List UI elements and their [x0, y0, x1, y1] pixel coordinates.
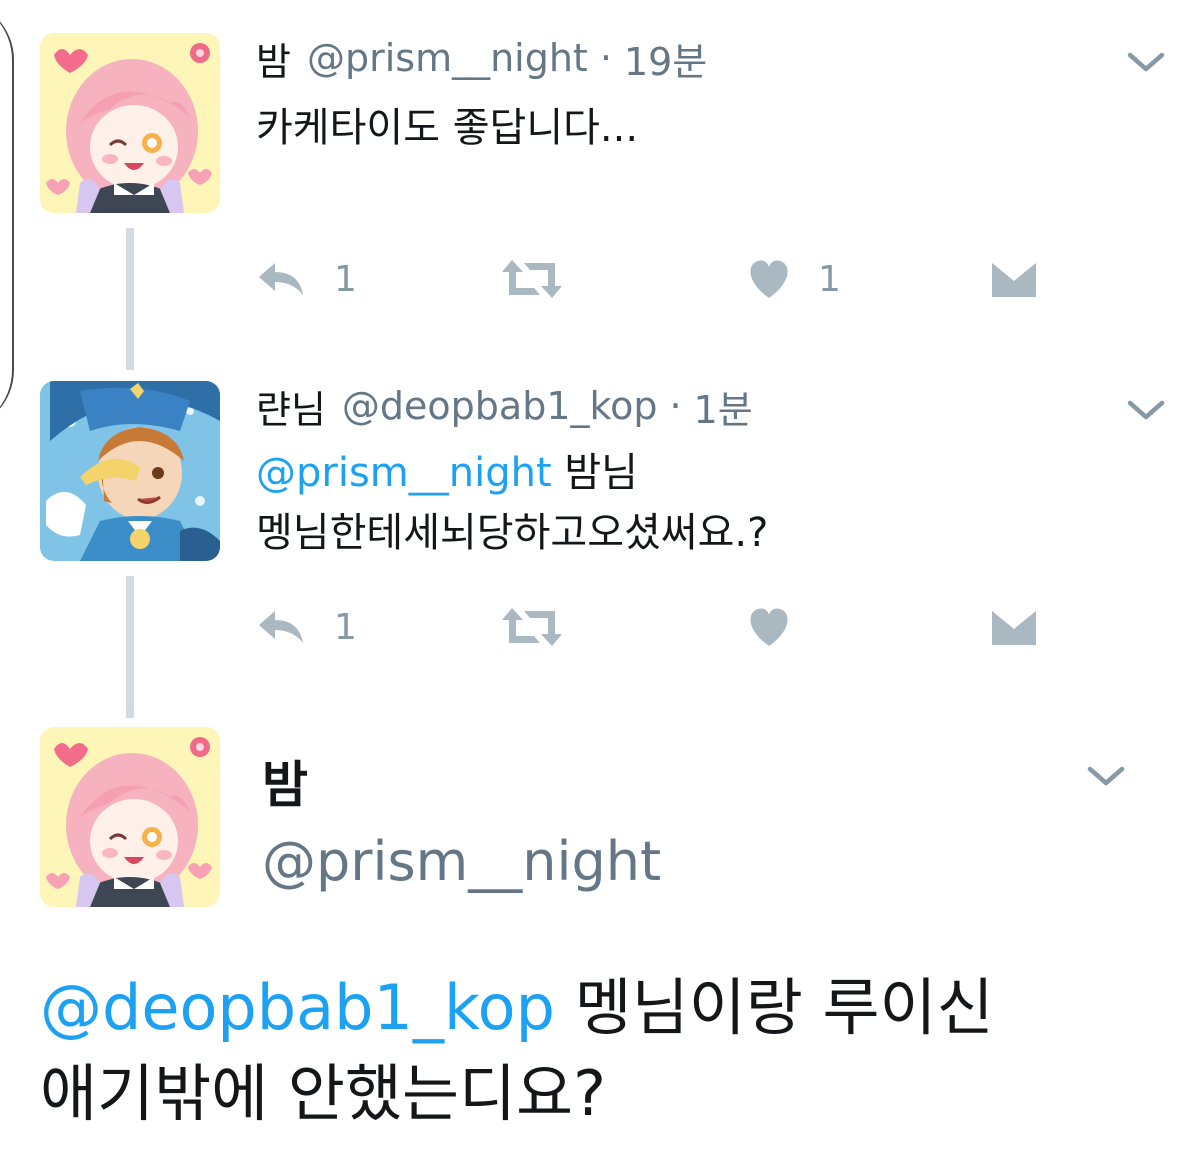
like-count: 1	[818, 258, 841, 300]
reply-icon	[259, 611, 303, 643]
retweet-icon	[502, 608, 562, 646]
thread-connector	[126, 228, 134, 370]
retweet-button[interactable]	[500, 602, 564, 652]
tweet-header: 밤 @prism__night · 19분	[256, 31, 707, 86]
reply-count: 1	[334, 258, 357, 300]
tweet-text: @prism__night 밤님 멩님한테세뇌당하고오셨써요.?	[256, 443, 768, 563]
reply-button[interactable]: 1	[256, 254, 357, 304]
reply-icon	[259, 263, 303, 295]
tweet-actions: 1 1	[256, 254, 1076, 304]
direct-message-button[interactable]	[990, 254, 1038, 304]
avatar-prism-night[interactable]	[40, 727, 220, 907]
display-name[interactable]: 랸님	[256, 379, 326, 434]
tweet-line: 애기밖에 안했는디요?	[40, 1057, 606, 1130]
tweet-actions: 1	[256, 602, 1076, 652]
chevron-down-icon[interactable]	[1126, 50, 1166, 74]
tweet-body: 멩님이랑 루이신	[554, 971, 994, 1044]
reply-count: 1	[334, 606, 357, 648]
tweet-body: 밤님	[551, 450, 638, 496]
user-handle[interactable]: @deopbab1_kop	[342, 384, 658, 428]
avatar-deopbab1-kop[interactable]	[40, 381, 220, 561]
envelope-icon	[991, 259, 1037, 297]
heart-icon	[750, 608, 788, 646]
like-button[interactable]	[746, 602, 792, 652]
user-handle[interactable]: @prism__night	[262, 830, 661, 893]
tweet-line: @deopbab1_kop 멩님이랑 루이신	[40, 965, 1160, 1051]
chevron-down-icon[interactable]	[1126, 398, 1166, 422]
timestamp[interactable]: 1분	[694, 379, 753, 434]
envelope-icon	[991, 607, 1037, 645]
separator: ·	[599, 36, 612, 80]
mention-link[interactable]: @prism__night	[256, 450, 552, 496]
display-name[interactable]: 밤	[262, 745, 308, 817]
reply-button[interactable]: 1	[256, 602, 357, 652]
window-edge	[0, 0, 14, 430]
tweet-body: 카케타이도 좋답니다...	[256, 105, 639, 151]
focused-tweet-text: @deopbab1_kop 멩님이랑 루이신 애기밖에 안했는디요?	[40, 965, 1160, 1137]
display-name[interactable]: 밤	[256, 31, 291, 86]
tweet-line: 멩님한테세뇌당하고오셨써요.?	[256, 510, 769, 556]
retweet-button[interactable]	[500, 254, 564, 304]
tweet-thread-page: 밤 @prism__night · 19분 카케타이도 좋답니다... 1 1	[0, 0, 1200, 1155]
tweet-line: @prism__night 밤님	[256, 443, 768, 503]
tweet-text: 카케타이도 좋답니다...	[256, 98, 638, 158]
user-handle[interactable]: @prism__night	[307, 36, 588, 80]
timestamp[interactable]: 19분	[624, 31, 707, 86]
separator: ·	[669, 384, 682, 428]
thread-connector	[126, 576, 134, 718]
mention-link[interactable]: @deopbab1_kop	[40, 971, 555, 1044]
direct-message-button[interactable]	[990, 602, 1038, 652]
heart-icon	[750, 260, 788, 298]
tweet-header: 랸님 @deopbab1_kop · 1분	[256, 379, 753, 434]
like-button[interactable]: 1	[746, 254, 841, 304]
avatar-prism-night[interactable]	[40, 33, 220, 213]
retweet-icon	[502, 260, 562, 298]
chevron-down-icon[interactable]	[1086, 764, 1126, 788]
